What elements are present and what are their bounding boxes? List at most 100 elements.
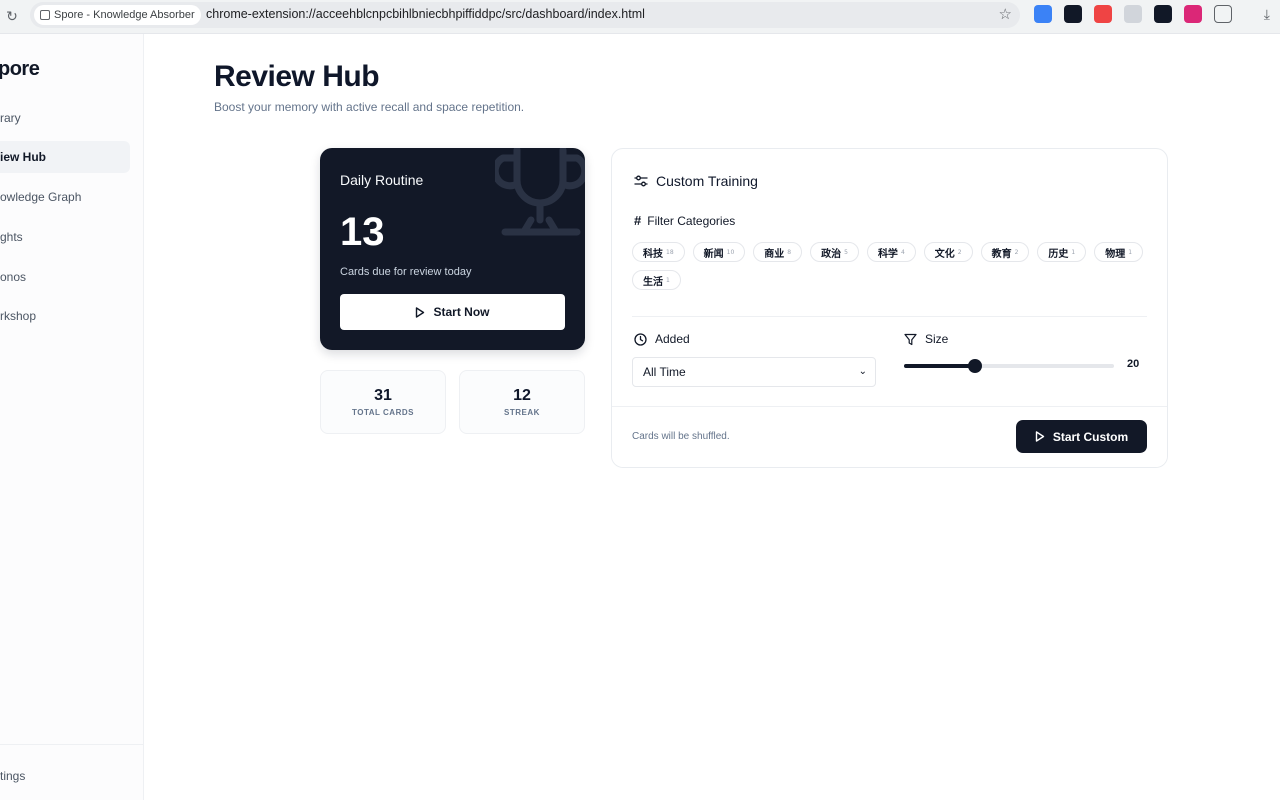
- start-now-label: Start Now: [433, 305, 490, 319]
- category-chip-name: 历史: [1048, 248, 1069, 260]
- category-chip-name: 物理: [1105, 248, 1126, 260]
- size-heading: Size: [904, 332, 948, 346]
- extensions-area: [1034, 5, 1232, 23]
- sidebar-item-chronos[interactable]: onos: [0, 261, 130, 293]
- category-chip-name: 科学: [877, 248, 898, 260]
- category-chip-count: 1: [1128, 248, 1133, 256]
- category-chip[interactable]: 文化 2: [923, 242, 973, 262]
- due-cards-caption: Cards due for review today: [340, 266, 472, 278]
- stat-label: STREAK: [504, 408, 540, 417]
- category-chip-count: 18: [666, 248, 674, 256]
- shuffle-note: Cards will be shuffled.: [632, 431, 730, 442]
- trophy-icon: [495, 148, 585, 236]
- sidebar-divider: [0, 744, 143, 745]
- category-chip-name: 科技: [643, 248, 663, 260]
- tab-title: Spore - Knowledge Absorber: [54, 9, 195, 21]
- extension-icon[interactable]: [1064, 5, 1082, 23]
- daily-routine-card: Daily Routine 13 Cards due for review to…: [320, 148, 585, 350]
- browser-toolbar: ↻ Spore - Knowledge Absorber chrome-exte…: [0, 0, 1280, 34]
- chevron-down-icon: ⌄: [858, 366, 867, 377]
- app-logo: pore: [0, 58, 40, 80]
- category-chip-name: 商业: [764, 248, 785, 260]
- stat-label: TOTAL CARDS: [352, 408, 414, 417]
- url-text[interactable]: chrome-extension://acceehblcnpcbihlbniec…: [206, 7, 645, 21]
- sidebar-item-workshop[interactable]: rkshop: [0, 300, 130, 332]
- category-chip-count: 1: [1071, 248, 1076, 256]
- site-info-chip[interactable]: Spore - Knowledge Absorber: [34, 5, 201, 25]
- category-chips: 科技 18 新闻 10 商业 8 政治 5 科学 4 文化 2 教育 2 历史 1 物理 1 生活 1: [632, 242, 1152, 290]
- slider-fill: [904, 364, 976, 368]
- category-chip[interactable]: 政治 5: [810, 242, 859, 262]
- category-chip-name: 新闻: [703, 248, 724, 260]
- category-chip-name: 文化: [934, 248, 955, 260]
- category-chip[interactable]: 科技 18: [632, 242, 685, 262]
- sidebar-item-insights[interactable]: ghts: [0, 221, 130, 253]
- size-label: Size: [925, 332, 949, 346]
- sidebar: pore rary iew Hub owledge Graph ghts ono…: [0, 34, 144, 800]
- sliders-icon: [634, 175, 648, 187]
- start-custom-label: Start Custom: [1052, 429, 1129, 444]
- custom-training-panel: Custom Training # Filter Categories 科技 18…: [611, 148, 1168, 468]
- extension-icon[interactable]: [1184, 5, 1202, 23]
- category-chip[interactable]: 生活 1: [632, 270, 681, 290]
- extension-icon[interactable]: [1034, 5, 1052, 23]
- extensions-puzzle-icon[interactable]: [1214, 5, 1232, 23]
- stat-total-cards: 31 TOTAL CARDS: [320, 370, 446, 434]
- sidebar-item-settings[interactable]: tings: [0, 760, 130, 792]
- category-chip[interactable]: 科学 4: [866, 242, 916, 262]
- page-subtitle: Boost your memory with active recall and…: [214, 100, 525, 114]
- category-chip[interactable]: 历史 1: [1037, 242, 1087, 262]
- daily-routine-title: Daily Routine: [340, 172, 424, 188]
- extension-icon[interactable]: [1154, 5, 1172, 23]
- clock-icon: [634, 332, 647, 346]
- category-chip-count: 10: [726, 248, 735, 256]
- download-icon[interactable]: ⤓: [1264, 6, 1270, 23]
- start-custom-button[interactable]: Start Custom: [1016, 420, 1147, 453]
- category-chip-name: 生活: [643, 276, 663, 288]
- slider-thumb[interactable]: [968, 359, 983, 373]
- custom-training-title: Custom Training: [656, 173, 758, 189]
- reload-icon[interactable]: ↻: [2, 6, 22, 26]
- filter-categories-label: Filter Categories: [647, 213, 736, 228]
- bookmark-star-icon[interactable]: ☆: [999, 5, 1012, 23]
- sidebar-item-review-hub[interactable]: iew Hub: [0, 141, 130, 173]
- category-chip-name: 政治: [821, 248, 842, 260]
- address-bar[interactable]: Spore - Knowledge Absorber chrome-extens…: [30, 2, 1020, 28]
- category-chip-count: 4: [900, 248, 905, 256]
- category-chip[interactable]: 新闻 10: [692, 242, 746, 262]
- category-chip-count: 2: [1014, 248, 1019, 256]
- due-cards-count: 13: [340, 210, 385, 254]
- custom-training-header: Custom Training: [634, 173, 758, 189]
- category-chip[interactable]: 物理 1: [1094, 242, 1144, 262]
- extension-icon[interactable]: [1094, 5, 1112, 23]
- play-icon: [1035, 431, 1045, 442]
- extension-page-icon: [40, 10, 50, 20]
- added-time-value: All Time: [643, 365, 686, 379]
- category-chip[interactable]: 教育 2: [980, 242, 1030, 262]
- stat-streak: 12 STREAK: [459, 370, 585, 434]
- added-label: Added: [655, 332, 690, 346]
- hash-icon: #: [634, 213, 642, 228]
- added-time-select[interactable]: All Time ⌄: [632, 357, 876, 387]
- sidebar-item-knowledge-graph[interactable]: owledge Graph: [0, 181, 130, 213]
- category-chip-name: 教育: [991, 248, 1012, 260]
- category-chip-count: 2: [957, 248, 962, 256]
- size-value: 20: [1127, 358, 1140, 370]
- category-chip-count: 1: [666, 276, 670, 284]
- page-title: Review Hub: [214, 60, 380, 93]
- divider: [632, 316, 1147, 317]
- start-now-button[interactable]: Start Now: [340, 294, 565, 330]
- category-chip-count: 5: [844, 248, 848, 256]
- category-chip[interactable]: 商业 8: [753, 242, 803, 262]
- play-icon: [416, 306, 425, 318]
- stat-value: 31: [374, 387, 392, 404]
- category-chip-count: 8: [787, 248, 792, 256]
- stat-value: 12: [513, 387, 531, 404]
- sidebar-item-library[interactable]: rary: [0, 102, 130, 134]
- extension-icon[interactable]: [1124, 5, 1142, 23]
- added-heading: Added: [634, 332, 690, 346]
- size-slider[interactable]: [904, 358, 1114, 374]
- filter-funnel-icon: [904, 333, 917, 345]
- filter-categories-heading: # Filter Categories: [634, 213, 735, 228]
- custom-training-footer: Cards will be shuffled. Start Custom: [612, 406, 1167, 467]
